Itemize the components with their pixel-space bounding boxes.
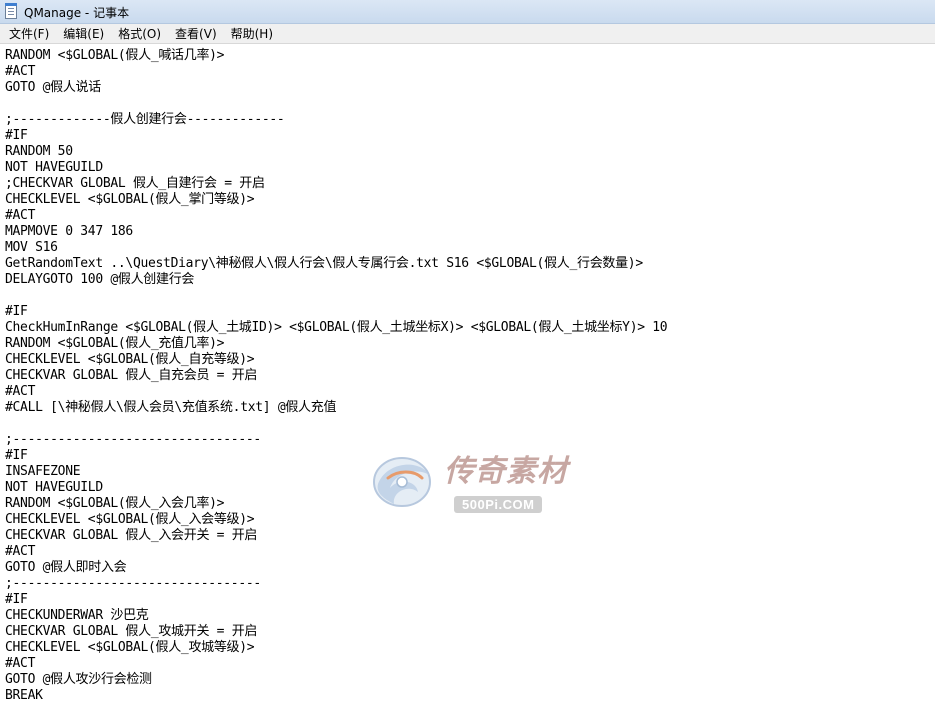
text-line: #CALL [\神秘假人\假人会员\充值系统.txt] @假人充值 [5,400,337,415]
menu-help[interactable]: 帮助(H) [224,25,280,43]
text-line: GOTO @假人攻沙行会检测 [5,672,152,687]
text-line: #IF [5,128,28,143]
text-line: ;--------------------------------- [5,432,261,447]
text-line: #IF [5,448,28,463]
text-line: MOV S16 [5,240,58,255]
text-line: CHECKLEVEL <$GLOBAL(假人_入会等级)> [5,512,255,527]
text-line: NOT HAVEGUILD [5,160,103,175]
text-line: CHECKVAR GLOBAL 假人_自充会员 = 开启 [5,368,258,383]
text-line: MAPMOVE 0 347 186 [5,224,133,239]
title-bar[interactable]: QManage - 记事本 [0,0,935,24]
text-line [5,416,667,432]
text-line: CHECKUNDERWAR 沙巴克 [5,608,149,623]
text-line: GetRandomText ..\QuestDiary\神秘假人\假人行会\假人… [5,256,643,271]
editor-text[interactable]: RANDOM <$GLOBAL(假人_喊话几率)> #ACT GOTO @假人说话;… [5,48,668,704]
text-line: GOTO @假人即时入会 [5,560,127,575]
text-line: CHECKLEVEL <$GLOBAL(假人_攻城等级)> [5,640,255,655]
text-line: NOT HAVEGUILD [5,480,103,495]
text-line: GOTO @假人说话 [5,80,101,95]
text-line: #ACT [5,384,36,399]
text-line: DELAYGOTO 100 @假人创建行会 [5,272,195,287]
text-line: #IF [5,304,28,319]
text-line: CHECKVAR GLOBAL 假人_攻城开关 = 开启 [5,624,258,639]
text-line: ;--------------------------------- [5,576,261,591]
text-editor[interactable]: RANDOM <$GLOBAL(假人_喊话几率)> #ACT GOTO @假人说话;… [0,44,935,722]
menu-edit[interactable]: 编辑(E) [56,25,111,43]
text-line [5,96,667,112]
text-line: BREAK [5,688,43,703]
text-line: #ACT [5,208,36,223]
text-line: RANDOM <$GLOBAL(假人_入会几率)> [5,496,225,511]
text-line: ;CHECKVAR GLOBAL 假人_自建行会 = 开启 [5,176,265,191]
text-line [5,288,667,304]
text-line: RANDOM 50 [5,144,73,159]
text-line: CHECKLEVEL <$GLOBAL(假人_自充等级)> [5,352,255,367]
menu-file[interactable]: 文件(F) [2,25,56,43]
notepad-icon[interactable] [5,3,17,19]
notepad-window: QManage - 记事本 文件(F) 编辑(E) 格式(O) 查看(V) 帮助… [0,0,935,722]
menu-view[interactable]: 查看(V) [168,25,224,43]
text-line: INSAFEZONE [5,464,81,479]
text-line: CHECKVAR GLOBAL 假人_入会开关 = 开启 [5,528,258,543]
text-line: #IF [5,592,28,607]
menu-bar: 文件(F) 编辑(E) 格式(O) 查看(V) 帮助(H) [0,24,935,44]
text-line: RANDOM <$GLOBAL(假人_充值几率)> [5,336,225,351]
text-line: RANDOM <$GLOBAL(假人_喊话几率)> [5,48,225,63]
text-line: #ACT [5,544,36,559]
window-title: QManage - 记事本 [24,6,130,20]
text-line: CHECKLEVEL <$GLOBAL(假人_掌门等级)> [5,192,255,207]
text-line: #ACT [5,656,36,671]
menu-format[interactable]: 格式(O) [111,25,168,43]
text-line: ;-------------假人创建行会------------- [5,112,285,127]
text-line: #ACT [5,64,36,79]
text-line: CheckHumInRange <$GLOBAL(假人_土城ID)> <$GLO… [5,320,668,335]
